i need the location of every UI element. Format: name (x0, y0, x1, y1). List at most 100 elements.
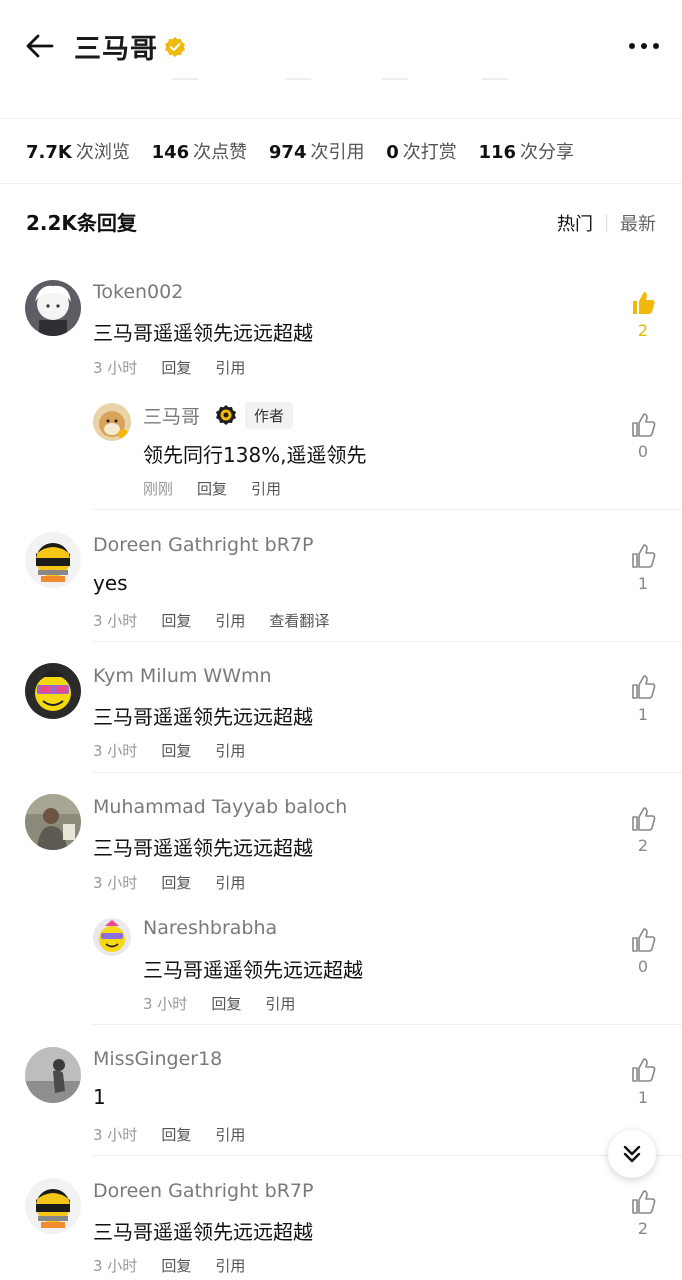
translate-button[interactable]: 查看翻译 (269, 610, 329, 631)
like-count: 1 (637, 574, 649, 593)
quote-button[interactable]: 引用 (215, 1124, 245, 1145)
quote-button[interactable]: 引用 (215, 740, 245, 761)
author-badge: 作者 (245, 402, 294, 429)
reply-button[interactable]: 回复 (161, 1124, 191, 1145)
quote-button[interactable]: 引用 (265, 993, 295, 1014)
reply-button[interactable]: 回复 (197, 478, 227, 499)
comment-username[interactable]: Muhammad Tayyab baloch (93, 796, 347, 818)
avatar[interactable] (25, 663, 81, 719)
divider (93, 641, 682, 642)
thumbs-up-icon[interactable] (630, 927, 656, 953)
page-title: 三马哥 (74, 34, 158, 65)
comment-text: 三马哥遥遥领先远远超越 (93, 1220, 313, 1244)
stat-likes: 146 次点赞 (151, 142, 248, 163)
comment-username[interactable]: 三马哥 (143, 402, 200, 429)
comment-time: 3 小时 (93, 742, 138, 760)
double-chevron-down-icon (623, 1145, 641, 1163)
divider (93, 1024, 682, 1025)
comment-username[interactable]: Doreen Gathright bR7P (93, 1180, 313, 1202)
quote-button[interactable]: 引用 (215, 1255, 245, 1276)
comment-text: 三马哥遥遥领先远远超越 (93, 705, 313, 729)
sort-separator (606, 214, 607, 232)
top-bar: 三马哥 (0, 0, 682, 92)
quote-button[interactable]: 引用 (215, 610, 245, 631)
comment-meta: 3 小时 回复 引用 (93, 1124, 245, 1145)
reply-button[interactable]: 回复 (161, 610, 191, 631)
comment-meta: 3 小时 回复 引用 查看翻译 (93, 610, 329, 631)
comment-meta: 3 小时 回复 引用 (93, 872, 245, 893)
crown-badge-icon (216, 405, 236, 425)
comment-meta: 刚刚 回复 引用 (143, 478, 281, 499)
more-icon[interactable] (624, 36, 664, 56)
comment-meta: 3 小时 回复 引用 (93, 357, 245, 378)
avatar[interactable] (25, 1047, 81, 1103)
divider (93, 509, 682, 510)
avatar[interactable] (25, 1178, 81, 1234)
comment-text: yes (93, 571, 128, 595)
thumbs-up-icon[interactable] (630, 1189, 656, 1215)
comment-text: 三马哥遥遥领先远远超越 (93, 321, 313, 345)
comment-meta: 3 小时 回复 引用 (93, 1255, 245, 1276)
comment-time: 3 小时 (93, 874, 138, 892)
reply-button[interactable]: 回复 (161, 357, 191, 378)
sort-toggle: 热门 最新 (557, 210, 656, 236)
comment-text: 三马哥遥遥领先远远超越 (93, 836, 313, 860)
comment-time: 3 小时 (93, 612, 138, 630)
thumbs-up-icon[interactable] (630, 543, 656, 569)
comment-username[interactable]: Kym Milum WWmn (93, 665, 272, 687)
comment-meta: 3 小时 回复 引用 (143, 993, 295, 1014)
quote-button[interactable]: 引用 (215, 872, 245, 893)
comment-username[interactable]: Nareshbrabha (143, 917, 277, 939)
divider (0, 118, 682, 119)
quote-button[interactable]: 引用 (215, 357, 245, 378)
avatar[interactable] (25, 532, 81, 588)
comment-text: 三马哥遥遥领先远远超越 (143, 958, 363, 982)
quote-button[interactable]: 引用 (251, 478, 281, 499)
comment-meta: 3 小时 回复 引用 (93, 740, 245, 761)
arrow-left-icon[interactable] (24, 30, 56, 62)
stat-tips: 0 次打赏 (386, 142, 457, 163)
comment-username[interactable]: Doreen Gathright bR7P (93, 534, 313, 556)
comment-time: 刚刚 (143, 480, 174, 498)
reply-count: 2.2K条回复 (26, 211, 137, 235)
reply-button[interactable]: 回复 (211, 993, 241, 1014)
scroll-down-button[interactable] (608, 1130, 656, 1178)
avatar[interactable] (93, 403, 131, 441)
reply-button[interactable]: 回复 (161, 740, 191, 761)
faded-tab-strip (160, 78, 520, 82)
comment-time: 3 小时 (93, 359, 138, 377)
stats-bar: 7.7K 次浏览 146 次点赞 974 次引用 0 次打赏 116 次分享 (26, 138, 590, 164)
stat-views: 7.7K 次浏览 (26, 142, 130, 163)
like-count: 1 (637, 1088, 649, 1107)
comment-time: 3 小时 (143, 995, 188, 1013)
divider (93, 1155, 682, 1156)
like-count: 0 (637, 442, 649, 461)
verified-badge-icon (165, 37, 185, 57)
thumbs-up-icon[interactable] (630, 290, 656, 316)
like-count: 2 (637, 1219, 649, 1238)
like-count: 2 (637, 321, 649, 340)
divider (0, 183, 682, 184)
sort-hot-tab[interactable]: 热门 (557, 210, 593, 236)
thumbs-up-icon[interactable] (630, 674, 656, 700)
sort-new-tab[interactable]: 最新 (620, 210, 656, 236)
reply-button[interactable]: 回复 (161, 872, 191, 893)
avatar[interactable] (25, 794, 81, 850)
comment-time: 3 小时 (93, 1257, 138, 1275)
comment-username[interactable]: Token002 (93, 281, 183, 303)
thumbs-up-icon[interactable] (630, 1057, 656, 1083)
thumbs-up-icon[interactable] (630, 806, 656, 832)
divider (93, 772, 682, 773)
like-count: 1 (637, 705, 649, 724)
stat-quotes: 974 次引用 (268, 142, 365, 163)
avatar[interactable] (93, 918, 131, 956)
reply-button[interactable]: 回复 (161, 1255, 191, 1276)
avatar[interactable] (25, 280, 81, 336)
like-count: 2 (637, 836, 649, 855)
like-count: 0 (637, 957, 649, 976)
comment-time: 3 小时 (93, 1126, 138, 1144)
thumbs-up-icon[interactable] (630, 412, 656, 438)
stat-shares: 116 次分享 (478, 142, 575, 163)
comment-username[interactable]: MissGinger18 (93, 1048, 222, 1070)
comment-text: 1 (93, 1085, 106, 1109)
